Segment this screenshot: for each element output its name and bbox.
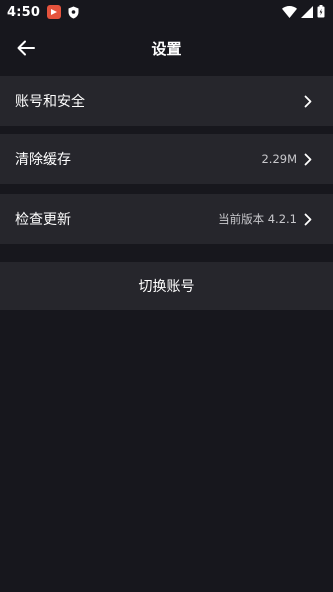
cache-size-value: 2.29M bbox=[261, 152, 297, 166]
section-spacer bbox=[0, 244, 333, 262]
clear-cache-row[interactable]: 清除缓存 2.29M bbox=[0, 134, 333, 184]
signal-icon bbox=[301, 3, 313, 22]
app-header: 设置 bbox=[0, 24, 333, 72]
account-security-label: 账号和安全 bbox=[15, 94, 85, 110]
check-update-right: 当前版本 4.2.1 bbox=[218, 211, 313, 227]
section-spacer bbox=[0, 184, 333, 194]
status-bar-right bbox=[282, 3, 325, 22]
status-bar-left: 4:50 bbox=[7, 5, 79, 20]
chevron-right-icon bbox=[303, 94, 313, 108]
chevron-right-icon bbox=[303, 212, 313, 226]
shield-icon bbox=[68, 6, 79, 19]
battery-icon bbox=[317, 3, 325, 22]
clear-cache-label: 清除缓存 bbox=[15, 152, 71, 168]
chevron-right-icon bbox=[303, 152, 313, 166]
check-update-label: 检查更新 bbox=[15, 212, 71, 228]
status-bar: 4:50 bbox=[0, 0, 333, 24]
clear-cache-right: 2.29M bbox=[261, 152, 313, 166]
app-notification-icon bbox=[47, 5, 62, 19]
wifi-icon bbox=[282, 3, 297, 22]
check-update-row[interactable]: 检查更新 当前版本 4.2.1 bbox=[0, 194, 333, 244]
account-security-right bbox=[303, 94, 313, 108]
account-security-row[interactable]: 账号和安全 bbox=[0, 76, 333, 126]
switch-account-label: 切换账号 bbox=[138, 279, 195, 295]
page-title: 设置 bbox=[151, 39, 182, 58]
section-spacer bbox=[0, 126, 333, 134]
status-time: 4:50 bbox=[7, 4, 41, 20]
switch-account-button[interactable]: 切换账号 bbox=[0, 262, 333, 310]
current-version-value: 当前版本 4.2.1 bbox=[218, 212, 297, 226]
